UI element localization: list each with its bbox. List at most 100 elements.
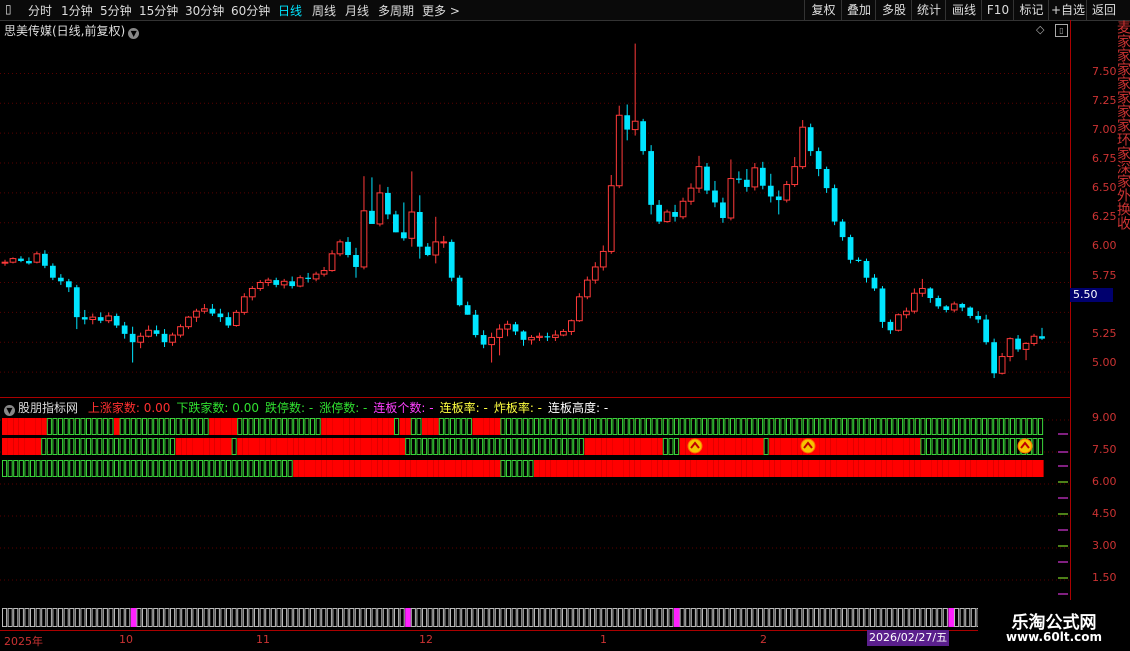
candle-body-up	[1006, 338, 1014, 358]
indicator-box-red	[304, 460, 310, 477]
indicator-box-red	[651, 438, 658, 455]
indicator-box-green	[130, 438, 136, 455]
candle-body-down	[720, 202, 726, 218]
indicator-box-red	[864, 438, 870, 455]
indicator-box-green	[242, 418, 248, 435]
indicator-box-red	[332, 460, 338, 477]
indicator-box-green	[52, 460, 58, 477]
indicator-box-green	[242, 460, 248, 477]
indicator-box-green	[567, 418, 573, 435]
indicator-box-green	[455, 418, 461, 435]
indicator-box-red	[814, 460, 820, 477]
candle-body-down	[400, 232, 407, 239]
candle-body-up	[336, 241, 344, 255]
indicator-box-red	[847, 460, 854, 477]
indicator-box-green	[1032, 418, 1038, 435]
candle-body-up	[177, 326, 184, 336]
indicator-box-red	[892, 438, 898, 455]
menu-icon[interactable]: ▯	[5, 2, 12, 16]
draw-line-button[interactable]: 画线	[945, 0, 982, 20]
indicator-box-red	[618, 460, 624, 477]
indicator-box-green	[836, 418, 842, 435]
back-button[interactable]: 返回	[1086, 0, 1121, 20]
indicator-box-red	[584, 438, 590, 455]
strip-box-grey	[886, 608, 892, 627]
overlay-button[interactable]: 叠加	[841, 0, 876, 20]
candle-body-down	[544, 336, 551, 338]
period-15min[interactable]: 15分钟	[139, 2, 178, 19]
candle-body-down	[289, 281, 296, 287]
indicator-box-red	[405, 460, 411, 477]
add-favorite-button[interactable]: +自选	[1048, 0, 1087, 20]
indicator-box-green	[808, 418, 814, 435]
indicator-box-green	[410, 438, 416, 455]
indicator-box-red	[819, 460, 826, 477]
indicator-box-red	[735, 460, 742, 477]
indicator-box-green	[651, 418, 657, 435]
indicator-box-green	[802, 418, 808, 435]
multi-stock-button[interactable]: 多股	[875, 0, 912, 20]
candle-body-up	[201, 308, 208, 312]
period-30min[interactable]: 30分钟	[185, 2, 224, 19]
indicator-box-green	[46, 460, 52, 477]
indicator-box-red	[646, 460, 652, 477]
strip-box-grey	[198, 608, 204, 627]
period-monthly[interactable]: 月线	[345, 2, 369, 19]
panel-divider	[0, 397, 1070, 398]
period-1min[interactable]: 1分钟	[61, 2, 93, 19]
indicator-box-red	[310, 438, 316, 455]
indicator-box-red	[797, 460, 803, 477]
indicator-box-green	[573, 438, 579, 455]
restore-rights-button[interactable]: 复权	[804, 0, 842, 20]
period-more[interactable]: 更多 >	[422, 2, 460, 19]
indicator-box-red	[937, 460, 943, 477]
indicator-box-red	[898, 460, 904, 477]
strip-box-grey	[231, 608, 237, 627]
indicator-box-red	[791, 460, 798, 477]
statistics-button[interactable]: 统计	[911, 0, 946, 20]
indicator-box-red	[690, 460, 697, 477]
indicator-box-green	[769, 418, 775, 435]
strip-box-grey	[685, 608, 691, 627]
candle-body-down	[81, 317, 88, 320]
strip-box-grey	[46, 608, 52, 627]
period-daily[interactable]: 日线	[278, 2, 302, 19]
period-60min[interactable]: 60分钟	[231, 2, 270, 19]
indicator-box-red	[399, 460, 406, 477]
strip-box-grey	[270, 608, 276, 627]
price-tick: 6.00	[1092, 239, 1117, 252]
strip-box-grey	[214, 608, 220, 627]
mark-button[interactable]: 标记	[1013, 0, 1049, 20]
candle-body-up	[910, 292, 918, 312]
period-intraday[interactable]: 分时	[28, 2, 52, 19]
strip-box-grey	[506, 608, 512, 627]
strip-box-grey	[30, 608, 36, 627]
period-multi[interactable]: 多周期	[378, 2, 414, 19]
strip-box-grey	[528, 608, 534, 627]
strip-box-grey	[539, 608, 545, 627]
strip-box-grey	[545, 608, 551, 627]
candle-body-down	[1039, 336, 1045, 339]
indicator-box-red	[595, 438, 602, 455]
strip-box-grey	[511, 608, 517, 627]
indicator-box-red	[1038, 460, 1044, 477]
indicator-menu-icon[interactable]: ▼	[4, 405, 15, 416]
indicator-box-green	[870, 418, 876, 435]
period-weekly[interactable]: 周线	[312, 2, 336, 19]
indicator-box-green	[248, 418, 254, 435]
f10-button[interactable]: F10	[981, 0, 1014, 20]
price-tick: 6.75	[1092, 152, 1117, 165]
indicator-box-green	[35, 460, 41, 477]
indicator-tick: 3.00	[1092, 539, 1117, 552]
candle-body-down	[153, 330, 160, 334]
candle-body-down	[424, 246, 431, 256]
indicator-box-green	[444, 418, 450, 435]
strip-box-grey	[63, 608, 69, 627]
indicator-box-red	[394, 460, 400, 477]
strip-box-grey	[836, 608, 842, 627]
indicator-name[interactable]: 股朋指标网	[18, 401, 78, 415]
period-5min[interactable]: 5分钟	[100, 2, 132, 19]
indicator-box-red	[724, 438, 730, 455]
indicator-box-green	[730, 418, 736, 435]
strip-box-grey	[259, 608, 265, 627]
